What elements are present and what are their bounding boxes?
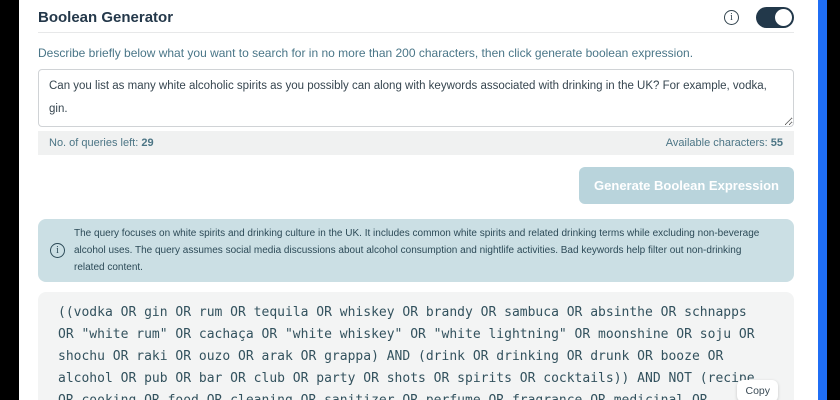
instructions-text: Describe briefly below what you want to …	[38, 46, 794, 60]
copy-button[interactable]: Copy	[737, 380, 778, 400]
queries-left-label: No. of queries left:	[49, 137, 141, 149]
toggle-knob	[775, 9, 792, 26]
feature-toggle[interactable]	[756, 7, 794, 28]
query-summary-note: i The query focuses on white spirits and…	[38, 219, 794, 282]
boolean-expression-text: ((vodka OR gin OR rum OR tequila OR whis…	[58, 302, 774, 400]
available-characters-value: 55	[771, 137, 783, 149]
note-text: The query focuses on white spirits and d…	[74, 225, 774, 276]
available-characters: Available characters: 55	[666, 137, 783, 149]
query-textarea[interactable]: Can you list as many white alcoholic spi…	[38, 69, 794, 127]
generate-button-row: Generate Boolean Expression	[38, 167, 794, 204]
available-characters-label: Available characters:	[666, 137, 771, 149]
boolean-expression-block: ((vodka OR gin OR rum OR tequila OR whis…	[38, 292, 794, 400]
window-highlight-bar	[818, 0, 827, 400]
queries-left-value: 29	[141, 137, 153, 149]
queries-left: No. of queries left: 29	[49, 137, 154, 149]
page-title: Boolean Generator	[38, 9, 724, 26]
header-bar: Boolean Generator i	[38, 0, 794, 33]
stats-row: No. of queries left: 29 Available charac…	[38, 131, 794, 155]
note-info-icon: i	[50, 243, 65, 258]
boolean-generator-panel: Boolean Generator i Describe briefly bel…	[19, 0, 818, 400]
generate-boolean-button[interactable]: Generate Boolean Expression	[579, 167, 794, 204]
info-icon[interactable]: i	[724, 10, 739, 25]
